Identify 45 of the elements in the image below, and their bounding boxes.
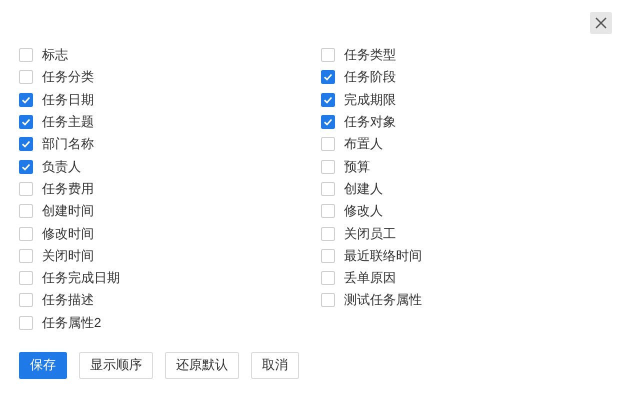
field-label: 创建时间 (42, 202, 94, 220)
checkmark-icon (323, 117, 333, 128)
field-label: 任务完成日期 (42, 269, 120, 288)
checkbox[interactable] (19, 137, 33, 152)
checkmark-icon (21, 117, 31, 128)
checkmark-icon (21, 162, 31, 172)
checkmark-icon (323, 94, 333, 105)
field-label: 创建人 (344, 180, 383, 198)
field-label: 关闭员工 (344, 224, 396, 243)
field-label: 完成期限 (344, 90, 396, 109)
checkbox[interactable] (19, 115, 33, 130)
dialog-button[interactable]: 还原默认 (165, 352, 239, 379)
field-label: 任务主题 (42, 113, 94, 132)
checkbox[interactable] (321, 92, 335, 107)
field-label: 测试任务属性 (344, 291, 422, 310)
dialog-button[interactable]: 取消 (251, 352, 299, 379)
checkbox[interactable] (19, 160, 33, 174)
field-label: 最近联络时间 (344, 246, 422, 265)
field-label: 预算 (344, 158, 370, 176)
field-label: 关闭时间 (42, 246, 94, 265)
field-label: 任务阶段 (344, 68, 396, 86)
field-label: 任务描述 (42, 291, 94, 310)
dialog-button[interactable]: 显示顺序 (79, 352, 153, 379)
field-label: 任务对象 (344, 113, 396, 132)
close-button[interactable] (590, 12, 612, 34)
field-label: 任务分类 (42, 68, 94, 86)
close-icon (595, 17, 607, 29)
field-label: 任务属性2 (42, 314, 102, 332)
checkmark-icon (323, 72, 333, 82)
field-label: 布置人 (344, 135, 383, 154)
checkmark-icon (21, 94, 31, 105)
field-label: 丢单原因 (344, 269, 396, 288)
field-label: 任务日期 (42, 90, 94, 109)
field-label: 任务费用 (42, 180, 94, 198)
field-label: 修改人 (344, 202, 383, 220)
field-label: 修改时间 (42, 224, 94, 243)
checkmark-icon (21, 139, 31, 150)
checkbox[interactable] (321, 115, 335, 130)
field-label: 任务类型 (344, 46, 396, 64)
field-label: 部门名称 (42, 135, 94, 154)
checkbox[interactable] (321, 70, 335, 84)
field-label: 负责人 (42, 158, 81, 176)
checkbox[interactable] (19, 92, 33, 107)
save-button[interactable]: 保存 (19, 352, 67, 379)
field-label: 标志 (42, 46, 68, 64)
